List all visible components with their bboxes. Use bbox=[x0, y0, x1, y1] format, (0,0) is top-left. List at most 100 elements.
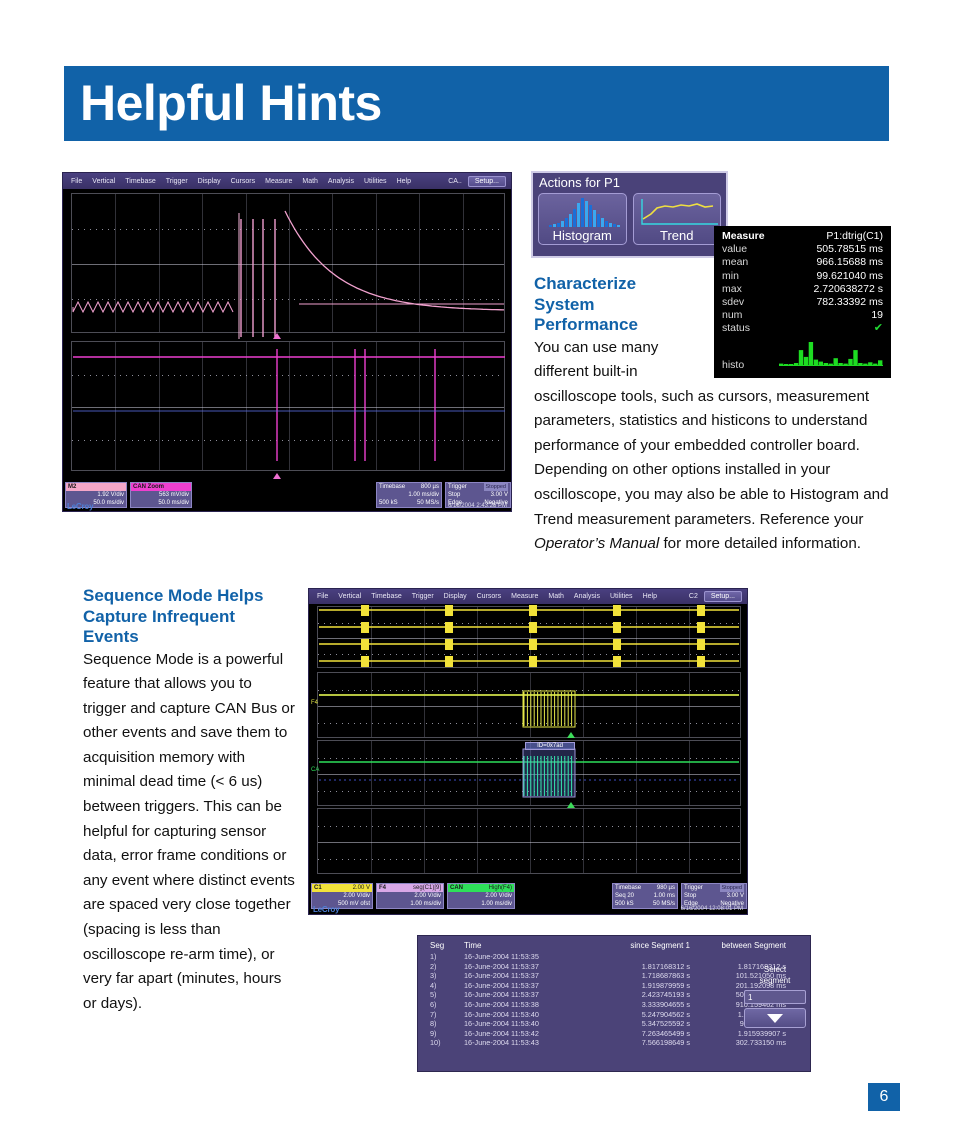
timebase-memory: 500 kS bbox=[379, 500, 398, 506]
trigger-state-badge: Stopped bbox=[483, 483, 508, 491]
scope-menu-bar-bottom[interactable]: File Vertical Timebase Trigger Display Cursor… bbox=[309, 589, 747, 604]
menu-item-timebase[interactable]: Timebase bbox=[366, 593, 406, 600]
menu-item-trigger[interactable]: Trigger bbox=[161, 178, 193, 185]
segment-table-col-header: Time bbox=[464, 941, 482, 950]
menu-item-cursors[interactable]: Cursors bbox=[226, 178, 261, 185]
setup-button[interactable]: Setup... bbox=[467, 175, 506, 187]
segment-cell-since: 1.919879959 s bbox=[641, 980, 690, 990]
segment-cell-seg: 5) bbox=[430, 990, 437, 1000]
measure-panel-text-wrap-spacer bbox=[708, 274, 890, 384]
menu-item-analysis[interactable]: Analysis bbox=[323, 178, 359, 185]
select-segment-input[interactable]: 1 bbox=[744, 990, 806, 1004]
timebase-descriptor: Timebase 800 µs 1.00 ms/div 500 kS 50 MS/s bbox=[376, 482, 442, 508]
menu-item-vertical[interactable]: Vertical bbox=[87, 178, 120, 185]
oscilloscope-screenshot-bottom: File Vertical Timebase Trigger Display Cursor… bbox=[308, 588, 748, 915]
actions-for-p1-panel: Actions for P1 Histogram Trend bbox=[531, 171, 728, 258]
menu-item-measure[interactable]: Measure bbox=[260, 178, 297, 185]
gridline bbox=[318, 706, 740, 707]
segment-cell-since: 5.247904562 s bbox=[641, 1009, 690, 1019]
gridline bbox=[636, 741, 637, 805]
select-segment-down-button[interactable] bbox=[744, 1008, 806, 1028]
actions-for-p1-title: Actions for P1 bbox=[539, 175, 620, 190]
segment-cell-time: 16-June-2004 11:53:42 bbox=[464, 1028, 539, 1038]
segment-cell-time: 16-June-2004 11:53:40 bbox=[464, 1009, 539, 1019]
menu-item-math[interactable]: Math bbox=[543, 593, 569, 600]
trace-volts-per-div: 2.00 V/div bbox=[343, 893, 370, 899]
segment-cell-time: 16-June-2004 11:53:43 bbox=[464, 1038, 539, 1048]
gridline bbox=[72, 439, 504, 441]
article-sequence-mode: Sequence Mode Helps Capture Infrequent E… bbox=[83, 586, 295, 1016]
menu-item-analysis[interactable]: Analysis bbox=[569, 593, 605, 600]
trace-name: M2 bbox=[68, 484, 77, 490]
gridline bbox=[318, 842, 740, 843]
menu-item-cursors[interactable]: Cursors bbox=[472, 593, 507, 600]
menu-item-file[interactable]: File bbox=[66, 178, 87, 185]
trace-time-per-div: 1.00 ms/div bbox=[410, 901, 441, 907]
trace-descriptor-header: M2 bbox=[66, 483, 126, 491]
gridline bbox=[636, 673, 637, 737]
segment-cell-time: 16-June-2004 11:53:37 bbox=[464, 971, 539, 981]
menu-item-help[interactable]: Help bbox=[638, 593, 662, 600]
menu-item-display[interactable]: Display bbox=[193, 178, 226, 185]
scope-waveform-grid bbox=[63, 189, 511, 481]
trace-volts-per-div: 2.00 V/div bbox=[414, 893, 441, 899]
gridline bbox=[371, 741, 372, 805]
timebase-sample-rate: 50 MS/s bbox=[416, 500, 439, 506]
menu-item-help[interactable]: Help bbox=[392, 178, 416, 185]
scope-channel-indicator: C2 bbox=[688, 593, 698, 600]
gridline bbox=[245, 194, 247, 332]
gridline bbox=[371, 809, 372, 873]
gridline bbox=[419, 194, 421, 332]
timebase-row-2: Seq 20 1.00 ms bbox=[613, 892, 677, 900]
page-title: Helpful Hints bbox=[80, 74, 382, 131]
table-row: 9) 16-June-2004 11:53:42 7.263465499 s 1.91… bbox=[418, 1029, 810, 1039]
trigger-label: Trigger bbox=[684, 885, 703, 891]
gridline bbox=[318, 774, 740, 775]
trace-badge: seg(C1)[9] bbox=[412, 885, 441, 891]
menu-item-display[interactable]: Display bbox=[439, 593, 472, 600]
gridline bbox=[318, 825, 740, 827]
scope-menu-bar[interactable]: File Vertical Timebase Trigger Display Cursor… bbox=[63, 173, 511, 189]
gridline bbox=[462, 342, 464, 470]
timebase-per-div: 1.00 ms bbox=[653, 893, 675, 899]
timebase-value: 800 µs bbox=[420, 484, 439, 490]
menu-item-utilities[interactable]: Utilities bbox=[605, 593, 638, 600]
action-button-label: Trend bbox=[660, 228, 694, 243]
segment-cell-seg: 7) bbox=[430, 1009, 437, 1019]
segment-cell-seg: 8) bbox=[430, 1019, 437, 1029]
trace-descriptor-can-zoom: CAN Zoom 563 mV/div 50.0 ms/div bbox=[130, 482, 192, 508]
menu-item-timebase[interactable]: Timebase bbox=[120, 178, 160, 185]
gridline bbox=[689, 741, 690, 805]
segment-table-header: Seg Time since Segment 1 between Segment bbox=[418, 936, 810, 952]
grid-section bbox=[317, 606, 741, 668]
trigger-mode: Stop bbox=[448, 492, 461, 498]
action-button-trend[interactable]: Trend bbox=[632, 193, 721, 245]
article-right-body-italic: Operator’s Manual bbox=[534, 535, 660, 553]
trace-name: CAN bbox=[450, 885, 463, 891]
segment-cell-since: 1.718687863 s bbox=[641, 971, 690, 981]
menu-item-utilities[interactable]: Utilities bbox=[359, 178, 392, 185]
trace-badge: High(F4) bbox=[488, 885, 512, 891]
article-right-body-part3: for more detailed information. bbox=[659, 535, 861, 553]
gridline bbox=[477, 673, 478, 737]
segment-cell-between bbox=[690, 952, 786, 962]
menu-item-vertical[interactable]: Vertical bbox=[333, 593, 366, 600]
gridline bbox=[289, 194, 290, 332]
menu-item-trigger[interactable]: Trigger bbox=[407, 593, 439, 600]
gridline bbox=[375, 342, 377, 470]
article-characterize-system-performance: Characterize System Performance You can … bbox=[534, 274, 890, 557]
setup-button[interactable]: Setup... bbox=[703, 591, 742, 602]
trigger-row-2: Stop 3.00 V bbox=[446, 491, 510, 499]
segment-cell-time: 16-June-2004 11:53:40 bbox=[464, 1019, 539, 1029]
menu-item-file[interactable]: File bbox=[312, 593, 333, 600]
gridline bbox=[202, 342, 204, 470]
action-button-histogram[interactable]: Histogram bbox=[538, 193, 627, 245]
page-number-badge: 6 bbox=[868, 1083, 900, 1111]
article-right-body-part1: You can use many different built-in bbox=[534, 338, 659, 381]
grid-section bbox=[317, 808, 741, 874]
action-button-label: Histogram bbox=[552, 228, 612, 243]
menu-item-measure[interactable]: Measure bbox=[506, 593, 543, 600]
timebase-descriptor: Timebase 980 µs Seq 20 1.00 ms 500 kS 50 MS/s bbox=[612, 883, 678, 909]
trigger-header: Trigger Stopped bbox=[682, 884, 746, 892]
menu-item-math[interactable]: Math bbox=[297, 178, 323, 185]
